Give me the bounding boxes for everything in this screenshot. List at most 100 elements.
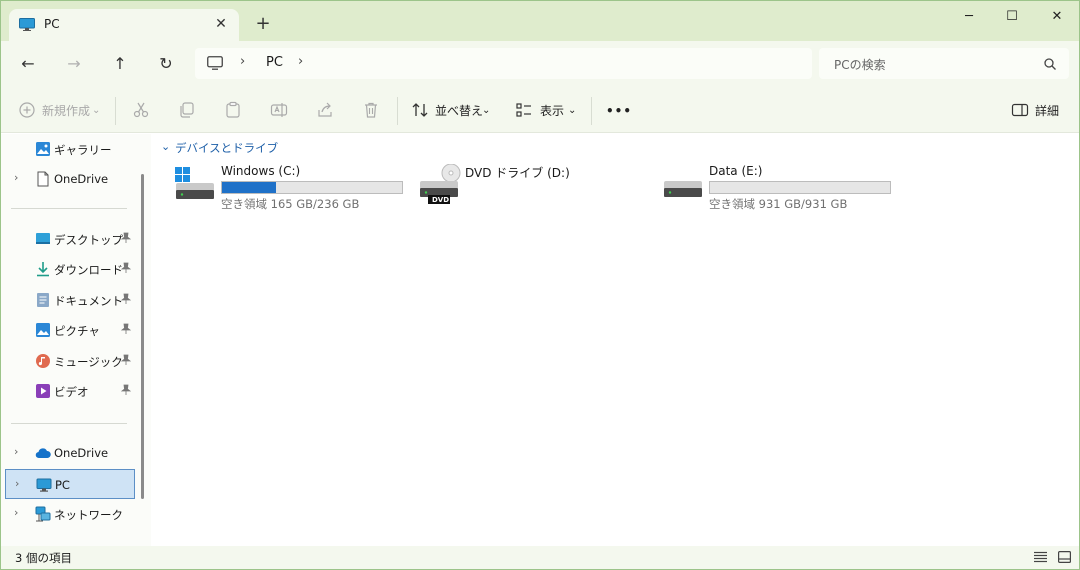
dvd-badge: DVD — [432, 196, 450, 204]
sidebar-item-onedrive[interactable]: › OneDrive — [5, 438, 135, 468]
new-button[interactable]: 新規作成 — [42, 100, 90, 122]
sidebar-item-label: OneDrive — [54, 446, 109, 460]
gallery-icon — [36, 142, 50, 156]
sidebar-item-desktop[interactable]: デスクトップ — [5, 224, 135, 254]
breadcrumb-separator[interactable]: › — [240, 54, 245, 69]
status-bar: 3 個の項目 — [1, 546, 1079, 569]
details-view-icon[interactable] — [1034, 551, 1047, 563]
pin-icon[interactable] — [121, 232, 131, 244]
sidebar-item-gallery[interactable]: ギャラリー — [5, 134, 135, 164]
pin-icon[interactable] — [121, 293, 131, 305]
chevron-down-icon[interactable]: ⌄ — [161, 140, 170, 153]
drive-item-e[interactable]: Data (E:) 空き領域 931 GB/931 GB — [661, 162, 901, 214]
group-header-devices[interactable]: デバイスとドライブ — [175, 140, 278, 156]
tiles-view-icon[interactable] — [1058, 551, 1071, 563]
pin-icon[interactable] — [121, 262, 131, 274]
address-bar[interactable]: › PC › — [195, 48, 812, 79]
chevron-right-icon[interactable]: › — [15, 477, 19, 490]
onedrive-file-icon — [37, 171, 49, 187]
breadcrumb-separator[interactable]: › — [298, 54, 303, 69]
tab-pc[interactable]: PC ✕ — [9, 9, 239, 41]
drive-name: DVD ドライブ (D:) — [465, 166, 570, 180]
title-bar: PC ✕ + ─ ☐ ✕ — [1, 1, 1079, 41]
drive-usage-bar — [221, 181, 403, 194]
pictures-icon — [36, 323, 50, 337]
close-tab-button[interactable]: ✕ — [212, 15, 230, 33]
navigation-bar: ← → ↑ ↻ › PC › PCの検索 — [1, 41, 1079, 87]
paste-icon[interactable] — [224, 101, 242, 119]
view-button[interactable]: 表示 — [540, 100, 564, 122]
drive-free-space: 空き領域 931 GB/931 GB — [709, 197, 848, 211]
sidebar-divider — [11, 423, 127, 424]
share-icon[interactable] — [316, 101, 334, 119]
sidebar-item-onedrive-personal[interactable]: › OneDrive — [5, 164, 135, 194]
toolbar-divider — [397, 97, 398, 125]
details-button[interactable]: 詳細 — [1035, 100, 1059, 122]
sidebar-item-pictures[interactable]: ピクチャ — [5, 315, 135, 345]
chevron-down-icon: ⌄ — [568, 105, 577, 116]
chevron-right-icon[interactable]: › — [14, 171, 18, 184]
minimize-button[interactable]: ─ — [951, 5, 987, 29]
sidebar-item-label: デスクトップ — [54, 233, 123, 247]
back-button[interactable]: ← — [16, 53, 40, 75]
drive-item-d[interactable]: DVD DVD ドライブ (D:) — [417, 162, 657, 214]
sort-button[interactable]: 並べ替え — [435, 100, 483, 122]
documents-icon — [37, 293, 49, 307]
copy-icon[interactable] — [178, 101, 196, 119]
sidebar-item-downloads[interactable]: ダウンロード — [5, 254, 135, 284]
chevron-down-icon: ⌄ — [92, 105, 101, 116]
toolbar-divider — [115, 97, 116, 125]
maximize-button[interactable]: ☐ — [994, 5, 1030, 29]
file-explorer-window: PC ✕ + ─ ☐ ✕ ← → ↑ ↻ › PC › PCの検索 新規作成 ⌄… — [0, 0, 1080, 570]
sidebar-item-label: ギャラリー — [54, 143, 112, 157]
drive-free-space: 空き領域 165 GB/236 GB — [221, 197, 360, 211]
pin-icon[interactable] — [121, 354, 131, 366]
details-pane-icon — [1011, 103, 1029, 117]
sidebar-item-label: ネットワーク — [54, 508, 123, 522]
sidebar-item-label: ピクチャ — [54, 324, 100, 338]
sidebar-scrollbar[interactable] — [141, 174, 144, 499]
delete-icon[interactable] — [362, 101, 380, 119]
music-icon — [36, 354, 50, 368]
add-circle-icon — [19, 102, 35, 118]
tab-title: PC — [44, 17, 60, 31]
onedrive-cloud-icon — [35, 448, 51, 459]
drive-usage-bar — [709, 181, 891, 194]
chevron-right-icon[interactable]: › — [14, 506, 18, 519]
pc-icon — [36, 478, 52, 492]
pin-icon[interactable] — [121, 323, 131, 335]
video-icon — [36, 384, 50, 398]
sidebar-item-label: PC — [55, 478, 70, 492]
drive-item-c[interactable]: Windows (C:) 空き領域 165 GB/236 GB — [173, 162, 413, 214]
close-window-button[interactable]: ✕ — [1039, 5, 1075, 29]
more-options-button[interactable]: ••• — [606, 100, 632, 122]
pin-icon[interactable] — [121, 384, 131, 396]
navigation-pane: ギャラリー › OneDrive デスクトップ ダウンロード ドキュメント ピク… — [1, 134, 151, 546]
forward-button[interactable]: → — [62, 53, 86, 75]
sidebar-item-videos[interactable]: ビデオ — [5, 376, 135, 406]
sidebar-item-network[interactable]: › ネットワーク — [5, 499, 135, 529]
cut-icon[interactable] — [132, 101, 150, 119]
drive-name: Windows (C:) — [221, 164, 301, 178]
search-placeholder: PCの検索 — [834, 58, 886, 72]
command-bar: 新規作成 ⌄ 並べ替え ⌄ 表示 ⌄ ••• 詳細 — [1, 87, 1079, 133]
windows-drive-icon — [175, 167, 214, 199]
sidebar-divider — [11, 208, 127, 209]
sidebar-item-documents[interactable]: ドキュメント — [5, 285, 135, 315]
sidebar-item-music[interactable]: ミュージック — [5, 346, 135, 376]
search-box[interactable]: PCの検索 — [819, 48, 1069, 79]
monitor-icon — [207, 56, 223, 70]
refresh-button[interactable]: ↻ — [154, 53, 178, 75]
new-tab-button[interactable]: + — [252, 13, 274, 35]
up-button[interactable]: ↑ — [108, 53, 132, 75]
hard-drive-icon — [664, 181, 702, 197]
sidebar-item-pc[interactable]: › PC — [5, 469, 135, 499]
sidebar-item-label: ドキュメント — [54, 294, 123, 308]
search-icon — [1044, 58, 1056, 70]
sidebar-item-label: ダウンロード — [54, 263, 123, 277]
sort-icon — [412, 103, 428, 117]
chevron-right-icon[interactable]: › — [14, 445, 18, 458]
sidebar-item-label: ミュージック — [54, 355, 123, 369]
rename-icon[interactable] — [270, 101, 288, 119]
breadcrumb-pc[interactable]: PC — [266, 55, 283, 70]
